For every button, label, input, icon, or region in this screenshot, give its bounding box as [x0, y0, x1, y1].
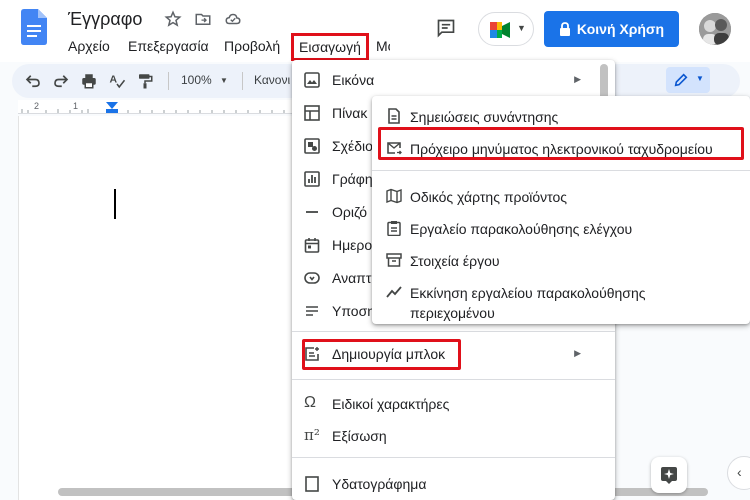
submenu-item-content-tracker[interactable]: Εκκίνηση εργαλείου παρακολούθησης περιεχ…	[372, 276, 750, 321]
menu-edit[interactable]: Επεξεργασία	[122, 36, 215, 56]
menu-item-label: Ειδικοί χαρακτήρες	[332, 396, 450, 412]
submenu-item-label: Εργαλείο παρακολούθησης ελέγχου	[410, 221, 633, 237]
pi-icon: π²	[304, 426, 320, 444]
calendar-icon	[304, 238, 320, 253]
review-tracker-icon	[387, 221, 401, 236]
profile-photo-icon	[699, 13, 731, 45]
side-panel-toggle[interactable]: ‹	[727, 456, 750, 490]
toolbar-divider	[168, 72, 169, 90]
menu-insert[interactable]: Εισαγωγή	[291, 33, 369, 61]
menu-item-label: Εικόνα	[332, 72, 375, 88]
menu-file[interactable]: Αρχείο	[62, 36, 116, 56]
submenu-item-product-roadmap[interactable]: Οδικός χάρτης προϊόντος	[372, 180, 750, 212]
cloud-saved-icon[interactable]	[224, 10, 242, 28]
menu-item-image[interactable]: Εικόνα ▶	[292, 64, 615, 96]
menu-item-label: Υδατογράφημα	[332, 476, 427, 492]
dropdown-icon	[304, 272, 320, 284]
meet-icon	[490, 22, 510, 38]
menu-item-label: Γράφη	[332, 171, 373, 187]
menu-item-label: Σχέδιο	[332, 138, 373, 154]
project-assets-icon	[386, 253, 402, 267]
zoom-select[interactable]: 100%	[181, 73, 212, 87]
indent-marker-icon	[106, 102, 118, 109]
menu-separator	[292, 457, 615, 458]
submenu-item-label: Σημειώσεις συνάντησης	[410, 109, 559, 125]
svg-text:A: A	[110, 74, 118, 86]
star-icon[interactable]	[164, 10, 182, 28]
chevron-down-icon: ▼	[696, 74, 704, 83]
toolbar-divider	[242, 72, 243, 90]
document-page[interactable]	[18, 116, 293, 500]
docs-logo-icon[interactable]	[21, 9, 47, 45]
menu-separator	[292, 331, 615, 332]
submenu-item-label: Εκκίνηση εργαλείου παρακολούθησης	[410, 285, 646, 301]
menu-item-label: Ημερο	[332, 237, 373, 253]
roadmap-icon	[386, 188, 402, 204]
editing-mode-button[interactable]: ▼	[666, 67, 710, 93]
horizontal-line-icon	[306, 211, 318, 213]
meeting-notes-icon	[388, 108, 400, 124]
comment-history-icon[interactable]	[436, 18, 456, 38]
document-title[interactable]: Έγγραφο	[68, 9, 142, 30]
submenu-separator	[372, 170, 750, 171]
menu-item-watermark[interactable]: Υδατογράφημα	[292, 468, 615, 500]
omega-icon: Ω	[304, 394, 316, 411]
zoom-chevron-down-icon[interactable]: ▼	[220, 76, 228, 85]
content-tracker-icon	[386, 286, 402, 298]
table-icon	[304, 105, 320, 121]
submenu-item-label: Στοιχεία έργου	[410, 253, 500, 269]
menu-item-label: Πίνακ	[332, 105, 368, 121]
menu-item-label: Εξίσωση	[332, 428, 387, 444]
image-icon	[304, 72, 320, 88]
menu-item-special-characters[interactable]: Ω Ειδικοί χαρακτήρες	[292, 388, 615, 420]
submenu-item-label-line2: περιεχομένου	[410, 305, 495, 321]
menu-item-label: Αναπτ	[332, 270, 372, 286]
style-select[interactable]: Κανονι	[254, 73, 290, 87]
paint-format-icon[interactable]	[136, 72, 154, 90]
chart-icon	[304, 171, 320, 187]
menu-item-label: Υποση	[332, 303, 376, 319]
explore-sparkle-icon	[661, 467, 677, 484]
chevron-down-icon: ▼	[517, 23, 526, 33]
drawing-icon	[304, 138, 320, 154]
ruler-label: 1	[73, 101, 79, 111]
move-to-folder-icon[interactable]	[194, 10, 212, 28]
spellcheck-icon[interactable]: A	[108, 72, 126, 90]
chevron-left-icon: ‹	[737, 464, 742, 480]
menu-item-equation[interactable]: π² Εξίσωση	[292, 420, 615, 452]
undo-icon[interactable]	[24, 72, 42, 90]
highlight-email-draft	[378, 127, 744, 160]
menu-separator	[292, 379, 615, 380]
watermark-icon	[305, 476, 319, 492]
explore-button[interactable]	[651, 457, 687, 493]
avatar[interactable]	[699, 13, 731, 45]
pencil-icon	[674, 73, 688, 87]
submenu-arrow-icon: ▶	[574, 74, 581, 84]
text-cursor	[114, 189, 116, 219]
lock-icon	[559, 22, 570, 36]
submenu-item-label: Οδικός χάρτης προϊόντος	[410, 189, 568, 205]
highlight-building-blocks	[302, 339, 461, 370]
ruler-ticks	[21, 102, 285, 113]
ruler-label: 2	[34, 101, 40, 111]
share-label: Κοινή Χρήση	[576, 21, 665, 37]
menu-item-label: Οριζό	[332, 204, 367, 220]
ruler[interactable]: 2 1	[18, 100, 293, 114]
menu-view[interactable]: Προβολή	[218, 36, 286, 56]
submenu-item-project-assets[interactable]: Στοιχεία έργου	[372, 244, 750, 276]
redo-icon[interactable]	[52, 72, 70, 90]
print-icon[interactable]	[80, 72, 98, 90]
share-button[interactable]: Κοινή Χρήση	[544, 11, 679, 47]
submenu-item-review-tracker[interactable]: Εργαλείο παρακολούθησης ελέγχου	[372, 212, 750, 244]
meet-button[interactable]: ▼	[478, 12, 534, 46]
footnote-icon	[306, 306, 318, 316]
submenu-arrow-icon: ▶	[574, 348, 581, 358]
